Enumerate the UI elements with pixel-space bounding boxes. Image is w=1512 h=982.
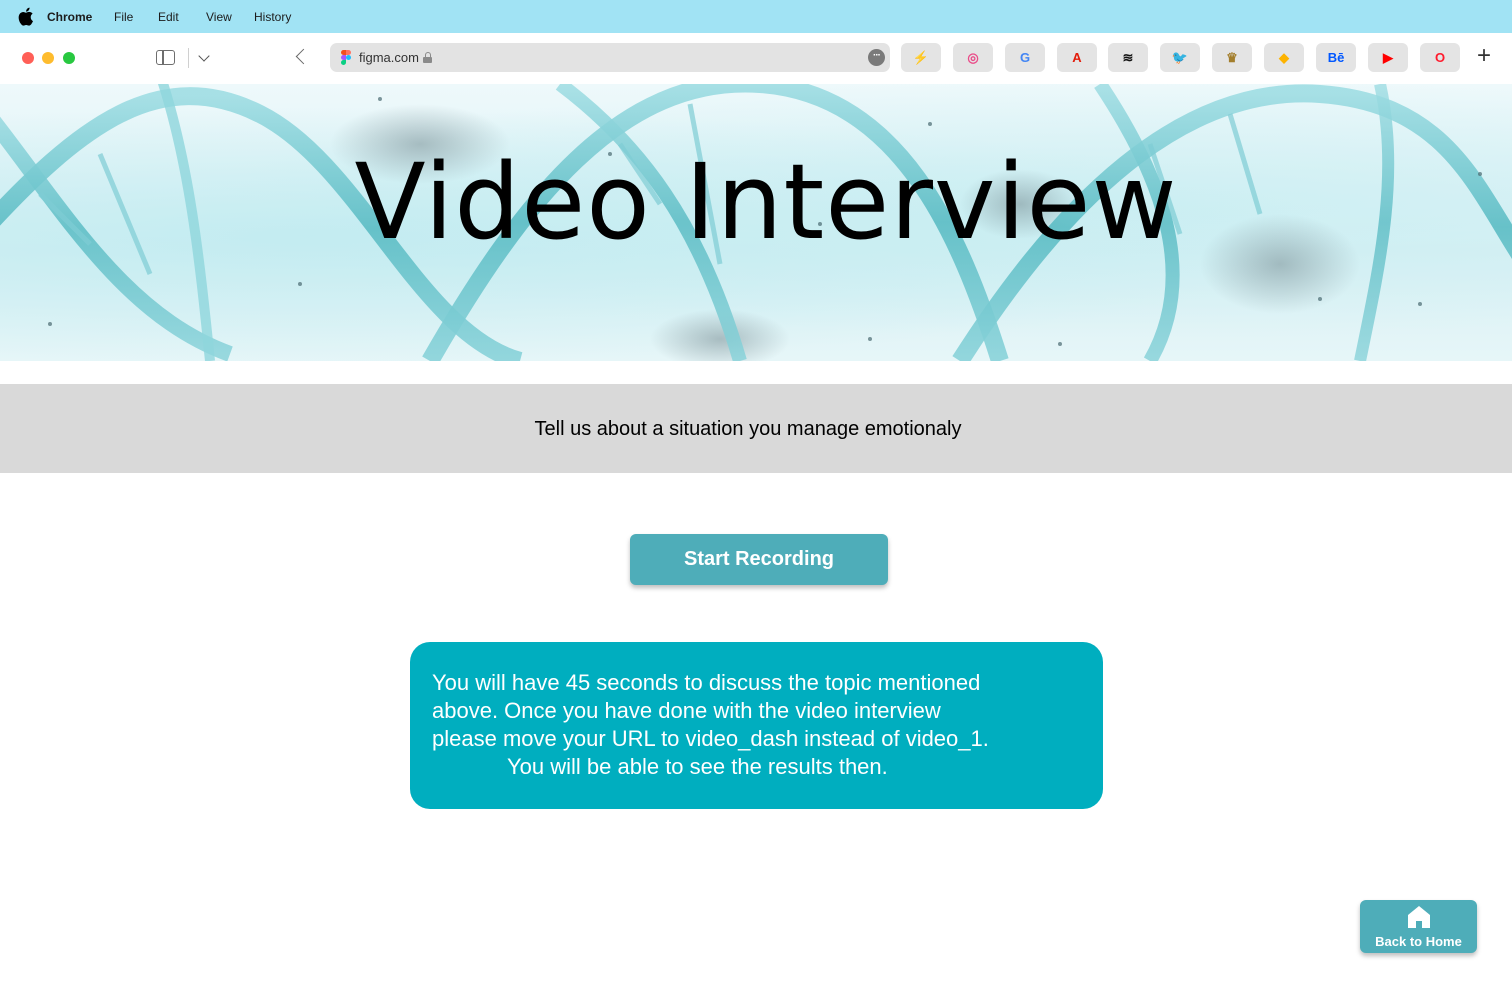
sidebar-toggle-icon[interactable] [156, 50, 175, 65]
bookmark-google-icon[interactable]: G [1005, 43, 1045, 72]
menu-app-name[interactable]: Chrome [47, 10, 92, 24]
instructions-line: above. Once you have done with the video… [432, 698, 941, 723]
more-options-icon[interactable]: ··· [868, 49, 885, 66]
back-to-home-button[interactable]: Back to Home [1360, 900, 1477, 953]
question-banner: Tell us about a situation you manage emo… [0, 384, 1512, 473]
hero-banner: Video Interview [0, 84, 1512, 361]
toolbar-divider [188, 48, 189, 68]
figma-favicon-icon [341, 50, 351, 65]
lock-icon [423, 52, 432, 63]
question-text: Tell us about a situation you manage emo… [534, 418, 962, 440]
bookmark-twitter-icon[interactable]: 🐦 [1160, 43, 1200, 72]
apple-icon[interactable] [17, 7, 34, 26]
instructions-line: please move your URL to video_dash inste… [432, 726, 989, 751]
bookmark-rolex-icon[interactable]: ♛ [1212, 43, 1252, 72]
bookmark-opera-icon[interactable]: O [1420, 43, 1460, 72]
back-arrow-icon[interactable] [295, 48, 312, 65]
zoom-window-button[interactable] [63, 52, 75, 64]
bookmark-behance-icon[interactable]: Bē [1316, 43, 1356, 72]
minimize-window-button[interactable] [42, 52, 54, 64]
menu-history[interactable]: History [254, 10, 291, 24]
address-bar[interactable]: figma.com ··· [330, 43, 890, 72]
instructions-box: You will have 45 seconds to discuss the … [410, 642, 1103, 809]
new-tab-plus-icon[interactable]: + [1474, 44, 1494, 68]
bookmark-adidas-icon[interactable]: ≋ [1108, 43, 1148, 72]
bookmark-adobe-icon[interactable]: A [1057, 43, 1097, 72]
home-icon [1408, 906, 1430, 928]
bookmark-sketch-icon[interactable]: ◆ [1264, 43, 1304, 72]
menu-view[interactable]: View [206, 10, 232, 24]
instructions-line: You will be able to see the results then… [507, 754, 888, 779]
close-window-button[interactable] [22, 52, 34, 64]
menu-bar: Chrome File Edit View History [0, 0, 1512, 33]
bookmark-spark-icon[interactable]: ⚡ [901, 43, 941, 72]
url-text[interactable]: figma.com [359, 50, 419, 65]
bookmark-dribbble-icon[interactable]: ◎ [953, 43, 993, 72]
bookmark-youtube-icon[interactable]: ▶ [1368, 43, 1408, 72]
start-recording-button[interactable]: Start Recording [630, 534, 888, 585]
page-title: Video Interview [354, 141, 1178, 263]
menu-edit[interactable]: Edit [158, 10, 179, 24]
chevron-down-icon[interactable] [198, 50, 210, 62]
back-to-home-label: Back to Home [1375, 934, 1462, 949]
menu-file[interactable]: File [114, 10, 133, 24]
instructions-line: You will have 45 seconds to discuss the … [432, 670, 981, 695]
browser-toolbar: figma.com ··· ⚡ ◎ G A ≋ 🐦 ♛ ◆ Bē ▶ O + [0, 33, 1512, 84]
